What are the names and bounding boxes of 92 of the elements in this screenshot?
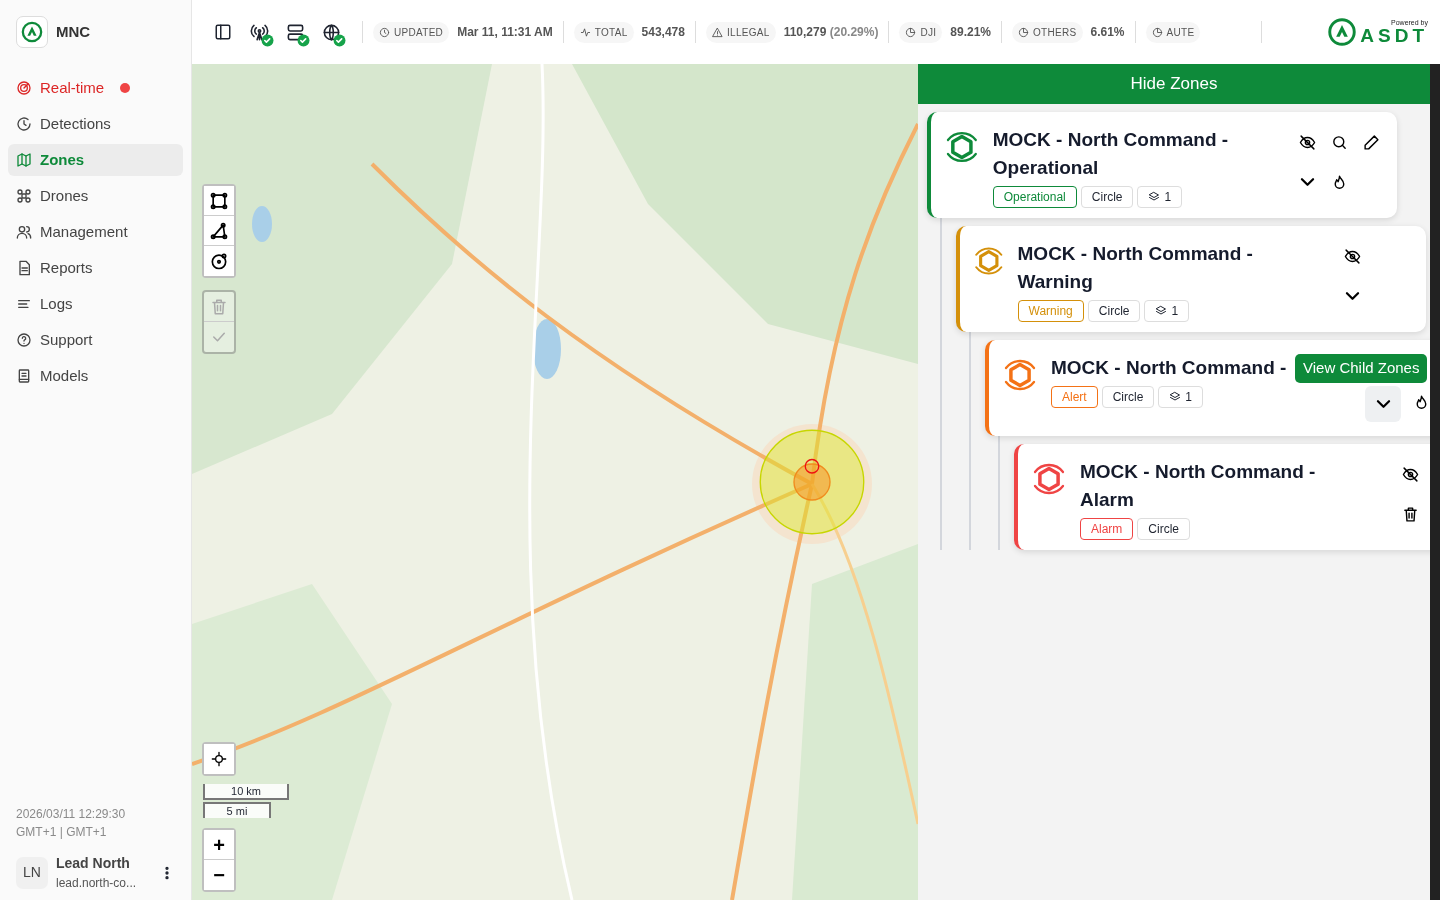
trash-icon (1401, 505, 1419, 523)
eye-off-icon (1298, 133, 1316, 151)
warning-icon (711, 26, 723, 38)
nav-item[interactable]: Models (8, 360, 183, 392)
shape-tag: Circle (1087, 300, 1141, 322)
stat-value: 110,279 (20.29%) (783, 24, 879, 41)
nav-item[interactable]: Reports (8, 252, 183, 284)
zone-name: MOCK - North Command - Operational (992, 128, 1230, 180)
stat-label: ILLEGAL (705, 21, 776, 43)
chevron-down-icon (1343, 291, 1361, 301)
crosshair-icon (211, 751, 227, 767)
brand-name: ASDT (1360, 26, 1428, 45)
trash-icon (210, 297, 228, 316)
shape-tag: Circle (1101, 386, 1155, 408)
status-tag: Warning (1017, 300, 1084, 322)
app-name: MNC (56, 21, 91, 42)
layers-icon (1148, 191, 1161, 203)
nav-item[interactable]: Zones (8, 144, 183, 176)
chevron-down-icon (1374, 399, 1392, 409)
chevron-down-button[interactable] (1365, 386, 1401, 422)
status-tag: Alert (1051, 386, 1098, 408)
stat-value: 6.61% (1090, 24, 1125, 41)
app-logo (16, 16, 48, 48)
server-icon (285, 22, 305, 42)
eye-off-icon (1401, 465, 1419, 483)
status-tag: Alarm (1080, 518, 1134, 540)
zoom-in-button[interactable]: + (204, 830, 234, 860)
layers-icon (1155, 305, 1168, 317)
layers-icon (1169, 391, 1182, 403)
zone-name: MOCK - North Command - Warning (1017, 242, 1254, 294)
stat-label: OTHERS (1012, 21, 1083, 43)
stat-value: Mar 11, 11:31 AM (457, 24, 553, 41)
search-icon (1330, 133, 1348, 151)
users-icon (16, 224, 32, 240)
book-icon (16, 368, 32, 384)
draw-tool-button[interactable] (204, 186, 234, 216)
stat-label: DJI (899, 21, 943, 43)
zone-name: MOCK - North Command - (1051, 356, 1288, 380)
stat-label: UPDATED (373, 21, 450, 43)
nav-item[interactable]: Drones (8, 180, 183, 212)
user-email: lead.north-co... (56, 875, 138, 892)
chevron-down-icon (1298, 177, 1316, 187)
antenna-icon (249, 22, 269, 42)
zone-card[interactable]: MOCK - North Command - Warning Warning Circle 1 (956, 226, 1426, 332)
layer-count-tag: 1 (1137, 186, 1183, 208)
stat-label: TOTAL (573, 21, 634, 43)
hide-zones-button[interactable]: Hide Zones (918, 64, 1430, 104)
clock-icon (379, 26, 390, 38)
rectangle-tool-icon (209, 190, 229, 211)
zone-card[interactable]: MOCK - North Command - Alert Circle 1 View Child Zones (985, 340, 1430, 436)
zone-card[interactable]: MOCK - North Command - Alarm Alarm Circle (1014, 444, 1430, 550)
eye-off-icon (1343, 247, 1361, 265)
zone-card[interactable]: MOCK - North Command - Operational Operational Circle 1 (927, 112, 1397, 218)
clock-icon (16, 116, 32, 132)
polygon-tool-icon (209, 220, 229, 241)
stat-label: AUTE (1145, 21, 1201, 43)
pulse-icon (579, 26, 591, 38)
layer-count-tag: 1 (1158, 386, 1204, 408)
help-icon (16, 332, 32, 348)
sidebar-icon (214, 23, 232, 41)
stat-value: 89.21% (950, 24, 992, 41)
drone-icon (16, 188, 32, 204)
nav-item[interactable]: Real-time (8, 72, 183, 104)
timezone: GMT+1 | GMT+1 (16, 824, 108, 841)
scale-bar: 10 km (203, 784, 289, 800)
circle-tool-icon (209, 251, 229, 271)
avatar: LN (16, 856, 48, 889)
tooltip: View Child Zones (1295, 354, 1428, 383)
radar-icon (16, 80, 32, 96)
map-icon (16, 152, 32, 168)
document-icon (16, 260, 32, 276)
nav-item[interactable]: Detections (8, 108, 183, 140)
stat-value: 543,478 (641, 24, 685, 41)
locate-button[interactable] (204, 744, 234, 774)
nav-item[interactable]: Support (8, 324, 183, 356)
layer-count-tag: 1 (1144, 300, 1190, 322)
pie-chart-icon (1151, 26, 1163, 38)
shape-tag: Circle (1080, 186, 1134, 208)
scrollbar[interactable] (1430, 64, 1440, 900)
brand-logo-icon (1328, 18, 1357, 46)
date-time: 2026/03/11 12:29:30 (16, 806, 127, 823)
pie-chart-icon (905, 26, 917, 38)
nav-item[interactable]: Logs (8, 288, 183, 320)
pie-chart-icon (1018, 26, 1030, 38)
globe-icon (321, 22, 341, 42)
status-tag: Operational (992, 186, 1077, 208)
nav-item[interactable]: Management (8, 216, 183, 248)
scale-bar: 5 mi (203, 802, 271, 818)
pencil-icon (1362, 133, 1380, 151)
zone-name: MOCK - North Command - Alarm (1080, 460, 1317, 512)
user-name: Lead North (56, 854, 131, 873)
shape-tag: Circle (1137, 518, 1190, 540)
